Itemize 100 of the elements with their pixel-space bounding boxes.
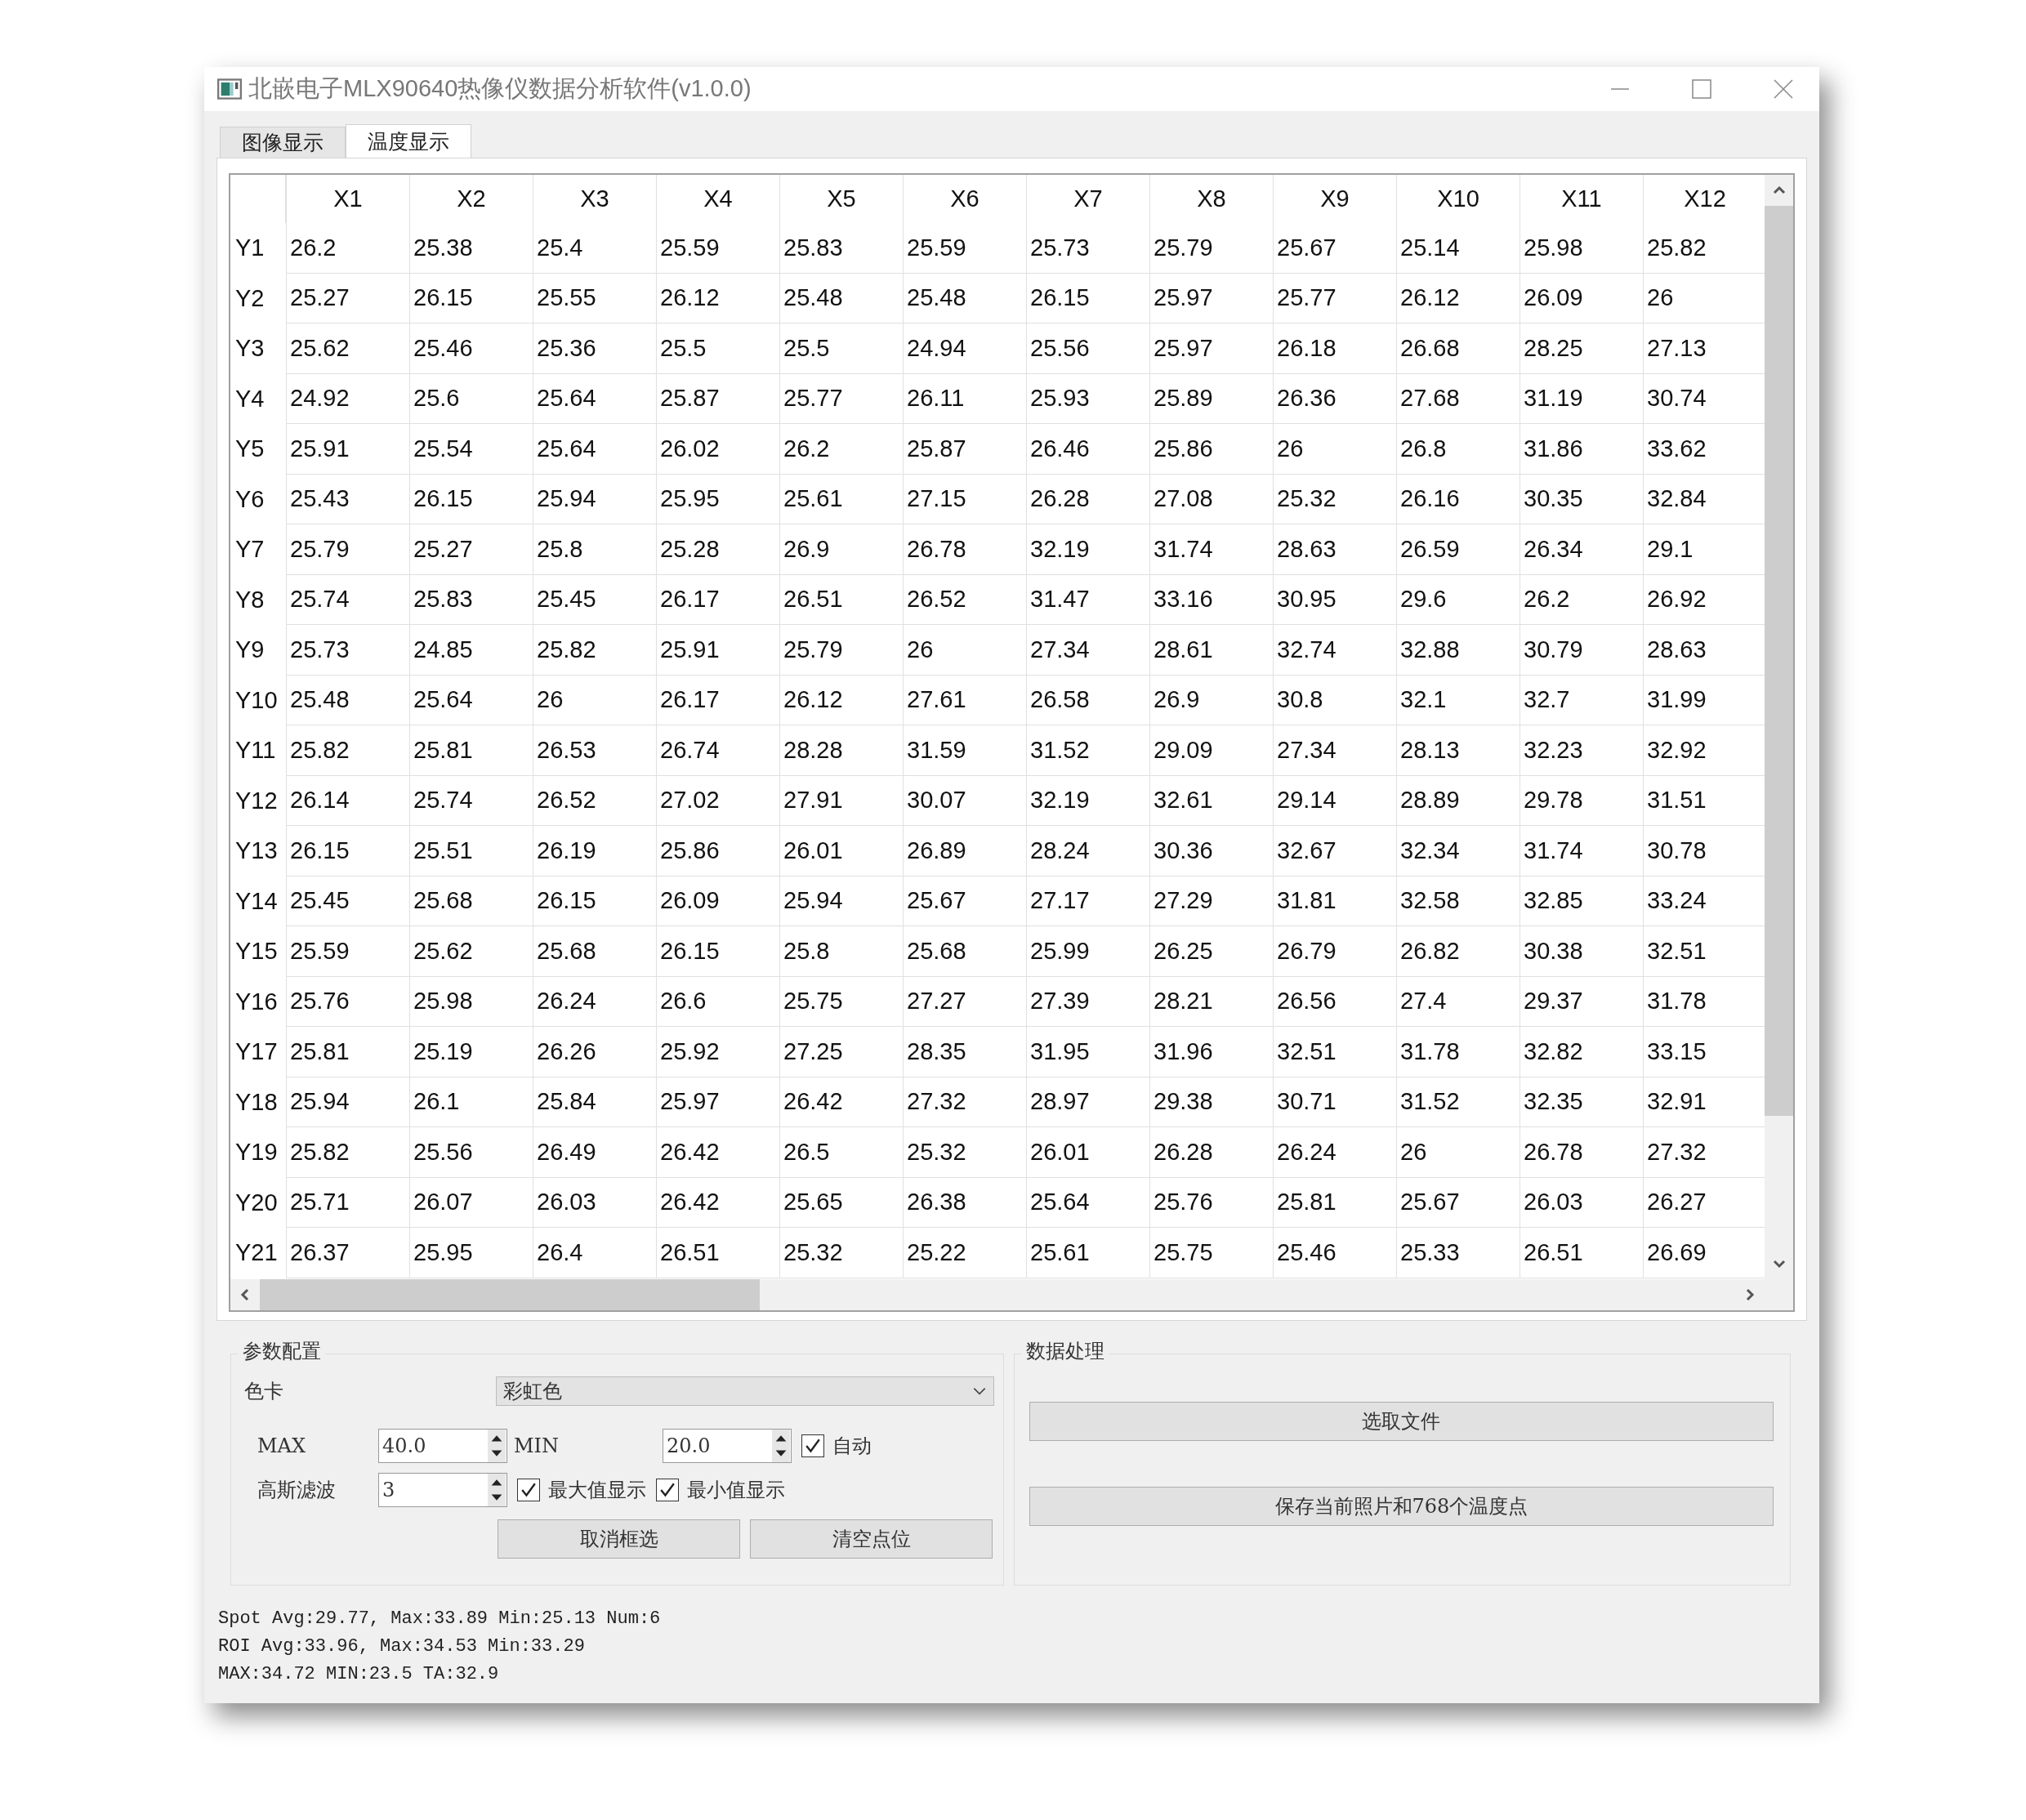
table-cell: 32.58: [1396, 876, 1520, 926]
horizontal-scrollbar[interactable]: [230, 1279, 1793, 1310]
table-cell: 31.78: [1396, 1027, 1520, 1077]
table-cell: 25.67: [1273, 223, 1396, 274]
column-header: X3: [533, 175, 656, 223]
table-cell: 26.79: [1273, 926, 1396, 977]
table-cell: 26.24: [533, 976, 656, 1027]
scrollbar-thumb[interactable]: [1765, 206, 1793, 1116]
table-cell: 26.52: [903, 574, 1026, 625]
spin-arrows-icon[interactable]: [487, 1474, 506, 1506]
row-header: Y3: [234, 334, 266, 364]
column-header: X5: [779, 175, 903, 223]
table-cell: 32.85: [1520, 876, 1643, 926]
table-cell: 29.14: [1273, 775, 1396, 826]
column-header: X6: [903, 175, 1026, 223]
table-cell: 29.78: [1520, 775, 1643, 826]
table-cell: 25.79: [779, 625, 903, 676]
table-cell: 30.38: [1520, 926, 1643, 977]
row-header: Y10: [234, 685, 279, 715]
caret-icon: [972, 1387, 987, 1395]
table-cell: 26: [903, 625, 1026, 676]
table-cell: 25.77: [1273, 273, 1396, 323]
table-cell: 32.35: [1520, 1077, 1643, 1127]
table-cell: 25.76: [1149, 1177, 1273, 1228]
status-text: ROI Avg:33.96, Max:34.53 Min:33.29: [218, 1635, 586, 1658]
table-cell: 26.26: [533, 1027, 656, 1077]
table-cell: 26.02: [656, 424, 779, 475]
table-cell: 30.95: [1273, 574, 1396, 625]
table-cell: 27.29: [1149, 876, 1273, 926]
table-cell: 25.79: [286, 524, 409, 575]
table-cell: 25.94: [533, 474, 656, 524]
table-cell: 30.36: [1149, 826, 1273, 877]
table-cell: 27.27: [903, 976, 1026, 1027]
table-cell: 25.83: [779, 223, 903, 274]
table-cell: 25.32: [903, 1127, 1026, 1178]
row-header: Y9: [234, 636, 266, 665]
color-map-dropdown[interactable]: 彩虹色: [496, 1376, 994, 1406]
table-cell: 25.64: [409, 675, 533, 725]
table-cell: 24.92: [286, 373, 409, 424]
max-label: MAX: [257, 1434, 306, 1457]
table-cell: 25.81: [1273, 1177, 1396, 1228]
table-cell: 25.56: [409, 1127, 533, 1178]
table-cell: 28.97: [1026, 1077, 1149, 1127]
spin-arrows-icon[interactable]: [487, 1430, 506, 1462]
row-header: Y7: [234, 535, 266, 564]
row-header: Y13: [234, 836, 279, 866]
table-cell: 25.77: [779, 373, 903, 424]
auto-checkbox[interactable]: [801, 1434, 824, 1457]
table-cell: 25.4: [533, 223, 656, 274]
max-spinbox[interactable]: 40.0: [378, 1429, 507, 1463]
table-cell: 25.6: [409, 373, 533, 424]
table-cell: 26.12: [1396, 273, 1520, 323]
action-button[interactable]: 保存当前照片和768个温度点: [1029, 1487, 1774, 1526]
table-cell: 25.75: [779, 976, 903, 1027]
table-cell: 32.61: [1149, 775, 1273, 826]
table-cell: 26.34: [1520, 524, 1643, 575]
table-cell: 27.4: [1396, 976, 1520, 1027]
table-cell: 26.15: [1026, 273, 1149, 323]
table-cell: 26.12: [779, 675, 903, 725]
action-button[interactable]: 清空点位: [750, 1519, 993, 1559]
table-cell: 25.22: [903, 1228, 1026, 1278]
spin-arrows-icon[interactable]: [771, 1430, 791, 1462]
table-cell: 25.95: [409, 1228, 533, 1278]
table-cell: 25.8: [533, 524, 656, 575]
min-spinbox[interactable]: 20.0: [663, 1429, 792, 1463]
tab[interactable]: 温度显示: [346, 124, 471, 158]
row-header: Y5: [234, 435, 266, 464]
show-max-checkbox[interactable]: [517, 1479, 540, 1501]
row-header: Y18: [234, 1087, 279, 1117]
vertical-scrollbar[interactable]: [1765, 175, 1793, 1279]
table-cell: 25.38: [409, 223, 533, 274]
table-cell: 26.74: [656, 725, 779, 776]
table-cell: 25.94: [286, 1077, 409, 1127]
table-cell: 26.36: [1273, 373, 1396, 424]
table-cell: 26.51: [656, 1228, 779, 1278]
table-cell: 27.17: [1026, 876, 1149, 926]
gaussian-filter-spinbox[interactable]: 3: [378, 1473, 507, 1507]
tab[interactable]: 图像显示: [220, 127, 346, 158]
table-cell: 33.16: [1149, 574, 1273, 625]
table-cell: 26.15: [656, 926, 779, 977]
table-cell: 26: [533, 675, 656, 725]
table-cell: 26.51: [779, 574, 903, 625]
row-header: Y19: [234, 1138, 279, 1167]
table-cell: 26.78: [1520, 1127, 1643, 1178]
table-cell: 26.42: [656, 1127, 779, 1178]
action-button[interactable]: 取消框选: [498, 1519, 740, 1559]
table-cell: 25.87: [903, 424, 1026, 475]
scrollbar-thumb[interactable]: [260, 1279, 760, 1310]
row-header: Y21: [234, 1238, 279, 1268]
table-cell: 25.84: [533, 1077, 656, 1127]
column-header: X4: [656, 175, 779, 223]
show-min-checkbox[interactable]: [656, 1479, 679, 1501]
row-header: Y20: [234, 1188, 279, 1217]
row-header: Y16: [234, 987, 279, 1016]
table-cell: 25.46: [409, 323, 533, 374]
table-cell: 26.49: [533, 1127, 656, 1178]
close-icon[interactable]: [1774, 79, 1793, 99]
table-cell: 27.34: [1026, 625, 1149, 676]
table-cell: 27.61: [903, 675, 1026, 725]
action-button[interactable]: 选取文件: [1029, 1402, 1774, 1441]
